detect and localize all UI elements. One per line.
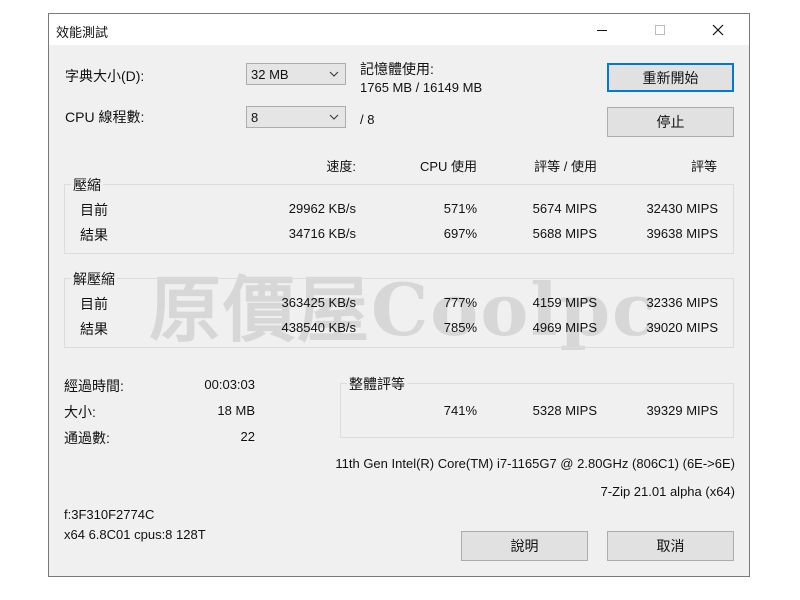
- passes-label: 通過數:: [64, 430, 110, 446]
- cpu-info: 11th Gen Intel(R) Core(TM) i7-1165G7 @ 2…: [335, 456, 735, 471]
- footer-line-1: f:3F310F2774C: [64, 507, 155, 522]
- dict-size-select[interactable]: 32 MB: [246, 63, 346, 85]
- threads-value: 8: [251, 110, 259, 125]
- rating-usage-value: 4969 MIPS: [532, 320, 597, 335]
- speed-value: 363425 KB/s: [281, 295, 356, 310]
- minimize-button[interactable]: [579, 14, 625, 45]
- size-label: 大小:: [64, 404, 96, 420]
- restart-button[interactable]: 重新開始: [607, 63, 734, 92]
- header-rating-usage: 評等 / 使用: [534, 159, 597, 174]
- header-speed: 速度:: [326, 159, 356, 174]
- rating-value: 39020 MIPS: [646, 320, 718, 335]
- row-label: 目前: [80, 202, 108, 218]
- decompress-group-label: 解壓縮: [71, 269, 117, 289]
- elapsed-value: 00:03:03: [204, 377, 255, 392]
- memory-label: 記憶體使用:: [360, 61, 434, 77]
- chevron-down-icon: [329, 114, 339, 120]
- header-cpu: CPU 使用: [419, 159, 477, 174]
- cancel-button[interactable]: 取消: [607, 531, 734, 561]
- memory-value: 1765 MB / 16149 MB: [360, 80, 483, 95]
- row-label: 結果: [80, 321, 108, 337]
- rating-value: 32430 MIPS: [646, 201, 718, 216]
- dict-size-value: 32 MB: [251, 67, 289, 82]
- passes-value: 22: [240, 429, 255, 444]
- speed-value: 438540 KB/s: [281, 320, 356, 335]
- rating-value: 39638 MIPS: [646, 226, 718, 241]
- decompress-group: [64, 278, 734, 348]
- rating-value: 32336 MIPS: [646, 295, 718, 310]
- close-icon: [712, 24, 724, 35]
- threads-label: CPU 線程數:: [65, 109, 145, 125]
- minimize-icon: [597, 29, 607, 31]
- row-label: 目前: [80, 296, 108, 312]
- version-info: 7-Zip 21.01 alpha (x64): [600, 484, 735, 499]
- row-label: 結果: [80, 227, 108, 243]
- size-value: 18 MB: [217, 403, 255, 418]
- rating-usage-value: 4159 MIPS: [532, 295, 597, 310]
- cpu-value: 777%: [443, 295, 477, 310]
- compress-group-label: 壓縮: [71, 175, 103, 195]
- compress-group: [64, 184, 734, 254]
- overall-rating: 39329 MIPS: [646, 403, 718, 418]
- overall-rating-usage: 5328 MIPS: [532, 403, 597, 418]
- speed-value: 34716 KB/s: [288, 226, 356, 241]
- maximize-button[interactable]: [637, 14, 683, 45]
- benchmark-window: 效能測試 原價屋Coolpc 字典大小(D): 32 MB CPU 線程數: 8…: [48, 13, 750, 577]
- speed-value: 29962 KB/s: [288, 201, 356, 216]
- footer-line-2: x64 6.8C01 cpus:8 128T: [64, 527, 206, 542]
- title-bar[interactable]: 效能測試: [49, 14, 749, 45]
- close-button[interactable]: [695, 14, 741, 45]
- header-rating: 評等: [690, 159, 717, 174]
- dict-size-label: 字典大小(D):: [65, 68, 145, 84]
- cpu-value: 785%: [443, 320, 477, 335]
- cpu-value: 571%: [443, 201, 477, 216]
- rating-usage-value: 5688 MIPS: [532, 226, 597, 241]
- threads-select[interactable]: 8: [246, 106, 346, 128]
- elapsed-label: 經過時間:: [64, 378, 124, 394]
- maximize-icon: [655, 24, 665, 35]
- help-button[interactable]: 說明: [461, 531, 588, 561]
- rating-usage-value: 5674 MIPS: [532, 201, 597, 216]
- window-title: 效能測試: [56, 25, 109, 40]
- chevron-down-icon: [329, 71, 339, 77]
- threads-total: / 8: [360, 112, 375, 127]
- stop-button[interactable]: 停止: [607, 107, 734, 137]
- overall-cpu: 741%: [443, 403, 477, 418]
- overall-group-label: 整體評等: [347, 374, 407, 394]
- cpu-value: 697%: [443, 226, 477, 241]
